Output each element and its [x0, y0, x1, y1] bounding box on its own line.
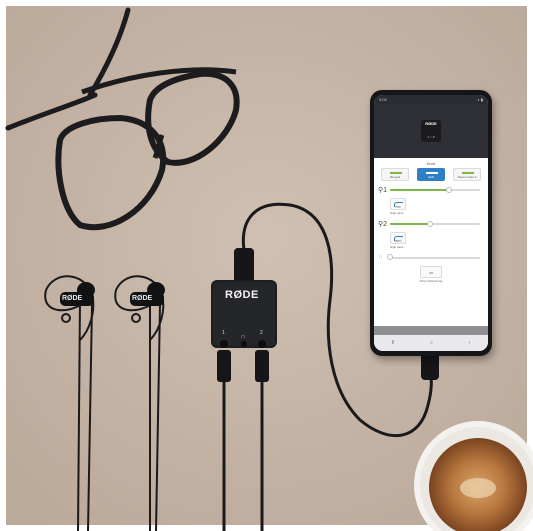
channel-2-slider-knob[interactable]	[426, 220, 433, 227]
mode-split-icon	[426, 172, 438, 174]
channel-2-filter-value: 150Hz	[394, 240, 402, 243]
channel-1-filter-value: 75Hz	[395, 206, 401, 209]
channel-2-highpass-button[interactable]: 150Hz	[390, 232, 406, 244]
mode-stereo-label: Stereo Input 2	[457, 175, 477, 179]
settings-panel: Mode Merged Split Stereo Input 2 ⚲1 75Hz…	[374, 158, 488, 285]
trs-jack-2	[255, 350, 269, 382]
interface-port-2-label: 2	[260, 330, 263, 336]
mode-label: Mode	[426, 162, 436, 166]
mode-merged-icon	[390, 172, 402, 174]
mode-merged-label: Merged	[389, 175, 401, 179]
channel-2-gain-slider[interactable]	[390, 220, 480, 227]
headphone-slider-knob[interactable]	[387, 254, 393, 260]
channel-1-mic-icon: ⚲1	[378, 187, 388, 194]
mode-split-button[interactable]: Split	[417, 168, 445, 181]
mode-stereo-button[interactable]: Stereo Input 2	[453, 168, 481, 181]
usb-plug-phone	[421, 352, 439, 380]
channel-1-gain-slider[interactable]	[390, 186, 480, 193]
status-bar: 9:04 ◖ ▮	[374, 95, 488, 104]
interface-brand-logo: RØDE	[225, 289, 259, 301]
nav-home-icon[interactable]: ○	[430, 340, 433, 346]
channel-1-row: ⚲1	[378, 186, 484, 194]
device-badge: RØDE	[425, 121, 437, 126]
mode-selector: Merged Split Stereo Input 2	[381, 168, 481, 181]
channel-2-mic-icon: ⚲2	[378, 221, 388, 228]
headphone-icon: ∩	[241, 334, 246, 340]
direct-monitoring-value: Off	[429, 271, 433, 275]
status-time: 9:04	[379, 97, 387, 102]
channel-1-slider-knob[interactable]	[446, 186, 453, 193]
nav-back-icon[interactable]: ‹	[468, 340, 470, 346]
phone-screen: 9:04 ◖ ▮ RØDE 1 ∩ 2 Mode Merged Split St…	[374, 95, 488, 351]
channel-2-filter-caption: High pass	[390, 245, 404, 249]
mode-split-label: Split	[428, 175, 434, 179]
headphone-volume-slider[interactable]	[387, 254, 480, 260]
lav-mic-1-brand: RØDE	[62, 295, 83, 302]
bottom-banner	[374, 326, 488, 335]
channel-1-highpass-button[interactable]: 75Hz	[390, 198, 406, 210]
android-nav-bar: ⦀ ○ ‹	[374, 335, 488, 351]
device-thumbnail: RØDE 1 ∩ 2	[421, 120, 441, 142]
device-hero: RØDE 1 ∩ 2	[374, 104, 488, 158]
product-photo-scene: RØDE 1 2 ∩ RØDE RØDE 9:04 ◖ ▮ RØDE 1 ∩ 2…	[0, 0, 533, 531]
channel-2-row: ⚲2	[378, 220, 484, 228]
headphone-row: ∩	[378, 254, 484, 261]
channel-1-filter-caption: High pass	[390, 211, 404, 215]
direct-monitoring-button[interactable]: Off	[420, 266, 442, 278]
direct-monitoring-caption: Direct Monitoring	[419, 279, 443, 283]
channel-2-slider-fill	[390, 223, 430, 225]
interface-port-1-label: 1	[222, 330, 225, 336]
mode-stereo-icon	[462, 172, 474, 174]
trs-jack-1	[217, 350, 231, 382]
device-jacks: 1 ∩ 2	[427, 135, 435, 139]
mode-merged-button[interactable]: Merged	[381, 168, 409, 181]
nav-recents-icon[interactable]: ⦀	[392, 340, 394, 346]
channel-1-slider-fill	[390, 189, 450, 191]
smartphone: 9:04 ◖ ▮ RØDE 1 ∩ 2 Mode Merged Split St…	[370, 90, 492, 356]
lav-mic-2-brand: RØDE	[132, 295, 153, 302]
status-icons: ◖ ▮	[477, 97, 483, 102]
